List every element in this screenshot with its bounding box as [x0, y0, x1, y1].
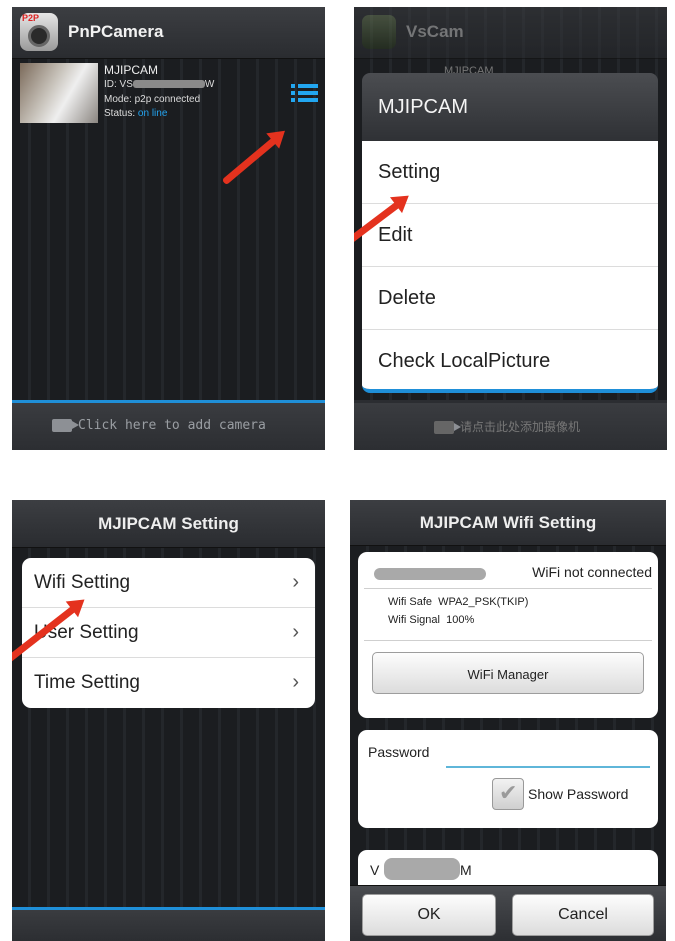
title-bar: MJIPCAM Setting — [12, 500, 325, 548]
add-camera-bar[interactable]: 请点击此处添加摄像机 — [354, 400, 667, 450]
page-title: MJIPCAM Wifi Setting — [419, 513, 597, 532]
cancel-label: Cancel — [558, 906, 608, 923]
menu-item-delete[interactable]: Delete — [362, 267, 658, 330]
menu-item-label: Check LocalPicture — [378, 350, 551, 372]
camera-id: ID: VS W — [104, 79, 214, 90]
camera-lens-icon — [28, 25, 50, 47]
chevron-right-icon: › — [292, 671, 299, 693]
wifi-setting-screen: MJIPCAM Wifi Setting WiFi not connected … — [350, 500, 666, 941]
redacted-id-block — [132, 80, 205, 89]
ssid-card: V M — [358, 850, 658, 890]
setting-item-time[interactable]: Time Setting › — [22, 658, 315, 708]
password-label: Password — [368, 744, 430, 760]
ssid-prefix: V — [370, 862, 380, 878]
menu-list-icon[interactable] — [291, 83, 319, 103]
wifi-safe-row: Wifi Safe WPA2_PSK(TKIP) — [388, 596, 528, 608]
menu-item-check-localpicture[interactable]: Check LocalPicture — [362, 330, 658, 389]
setting-list: Wifi Setting › User Setting › Time Setti… — [22, 558, 315, 708]
wifi-signal-row: Wifi Signal 100% — [388, 614, 474, 626]
video-camera-icon — [434, 421, 461, 434]
context-menu: MJIPCAM Setting Edit Delete Check LocalP… — [362, 73, 658, 393]
app-logo — [362, 15, 396, 49]
divider — [364, 640, 652, 641]
menu-item-label: Edit — [378, 224, 413, 246]
app-title: VsCam — [406, 22, 464, 41]
setting-screen: MJIPCAM Setting Wifi Setting › User Sett… — [12, 500, 325, 941]
menu-item-label: Delete — [378, 287, 436, 309]
wifi-status: WiFi not connected — [532, 564, 652, 580]
title-bar: VsCam — [354, 7, 667, 59]
bottom-bar — [12, 907, 325, 941]
camera-thumbnail — [20, 63, 98, 123]
video-camera-icon — [52, 419, 79, 432]
status-value: on line — [137, 108, 168, 119]
app-logo: P2P — [20, 13, 58, 51]
vscam-screen: VsCam MJIPCAM MJIPCAM Setting Edit Delet… — [354, 7, 667, 450]
menu-item-label: Setting — [378, 161, 441, 183]
status-label: Status: — [104, 108, 136, 119]
ssid-suffix: M — [460, 862, 472, 878]
show-password-checkbox[interactable]: ✔ — [492, 778, 524, 810]
wifi-safe-label: Wifi Safe — [388, 596, 433, 608]
page-title: MJIPCAM Setting — [98, 514, 239, 533]
chevron-right-icon: › — [292, 571, 299, 593]
context-menu-list: Setting Edit Delete Check LocalPicture — [362, 141, 658, 389]
wifi-signal-value: 100% — [446, 614, 475, 626]
camera-id-label: ID: VS — [104, 79, 133, 90]
add-camera-bar[interactable]: Click here to add camera — [12, 400, 325, 450]
password-input[interactable] — [446, 746, 650, 768]
checkmark-icon: ✔ — [499, 780, 518, 805]
app-title: PnPCamera — [68, 22, 164, 41]
context-menu-title: MJIPCAM — [378, 96, 468, 118]
wifi-info-card: WiFi not connected Wifi Safe WPA2_PSK(TK… — [358, 552, 658, 718]
camera-status: Status: on line — [104, 108, 167, 119]
camera-list-item[interactable]: MJIPCAM ID: VS W Mode: p2p connected Stat… — [12, 59, 325, 127]
pnpcamera-screen: P2P PnPCamera MJIPCAM ID: VS W Mode: p2p … — [12, 7, 325, 450]
title-bar: P2P PnPCamera — [12, 7, 325, 59]
title-bar: MJIPCAM Wifi Setting — [350, 500, 666, 546]
context-menu-header: MJIPCAM — [362, 73, 658, 141]
cancel-button[interactable]: Cancel — [512, 894, 654, 936]
show-password-label: Show Password — [528, 786, 629, 802]
camera-id-suffix: W — [204, 79, 215, 90]
password-card: Password ✔ Show Password — [358, 730, 658, 828]
wifi-safe-value: WPA2_PSK(TKIP) — [438, 596, 529, 608]
app-logo-text: P2P — [22, 13, 40, 23]
dialog-button-bar: OK Cancel — [350, 885, 666, 941]
wifi-signal-label: Wifi Signal — [388, 614, 440, 626]
add-camera-label: Click here to add camera — [78, 418, 266, 433]
setting-item-label: Time Setting — [34, 672, 140, 693]
menu-item-edit[interactable]: Edit — [362, 204, 658, 267]
wifi-manager-button[interactable]: WiFi Manager — [372, 652, 644, 694]
divider — [364, 588, 652, 589]
redacted-ssid — [384, 858, 460, 880]
ok-label: OK — [417, 906, 441, 923]
wifi-manager-label: WiFi Manager — [467, 667, 549, 682]
camera-mode: Mode: p2p connected — [104, 94, 201, 105]
chevron-right-icon: › — [292, 621, 299, 643]
camera-name: MJIPCAM — [104, 63, 158, 77]
ok-button[interactable]: OK — [362, 894, 496, 936]
redacted-network-name — [374, 568, 486, 580]
setting-item-label: Wifi Setting — [34, 572, 131, 593]
annotation-arrow — [221, 133, 282, 186]
add-camera-label: 请点击此处添加摄像机 — [460, 420, 581, 434]
